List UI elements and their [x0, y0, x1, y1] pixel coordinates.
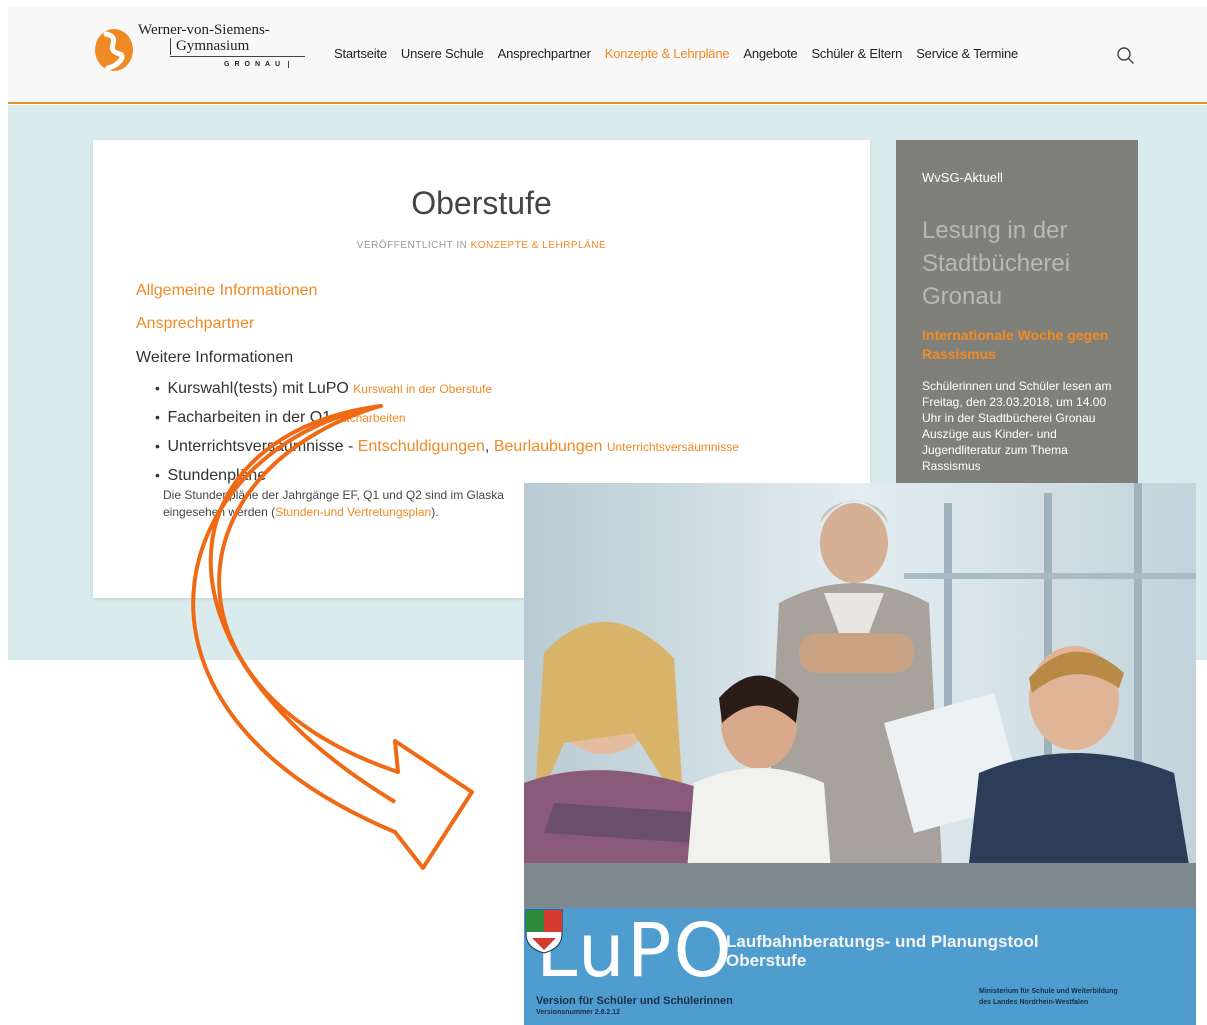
sidebar-news-subtitle[interactable]: Internationale Woche gegen Rassismus	[922, 326, 1122, 364]
list-item: • Kurswahl(tests) mit LuPO Kurswahl in d…	[155, 380, 855, 398]
item-separator: ,	[484, 438, 494, 455]
lupo-version-label: Version für Schüler und Schülerinnen	[536, 995, 733, 1007]
lupo-title-line2: Oberstufe	[726, 951, 807, 970]
list-item: • Facharbeiten in der Q1 Facharbeiten	[155, 409, 855, 427]
nrw-coat-of-arms-icon	[525, 909, 563, 954]
lupo-title-line1: Laufbahnberatungs- und Planungstool	[726, 932, 1039, 951]
link-ansprechpartner[interactable]: Ansprechpartner	[136, 315, 254, 333]
logo-text-line2: Gymnasium	[170, 38, 249, 55]
classroom-photo	[524, 483, 1196, 908]
item-text: Kurswahl(tests) mit LuPO	[167, 380, 349, 397]
ministry-text: Ministerium für Schule und Weiterbildung…	[979, 988, 1118, 1006]
item-text: Facharbeiten in der Q1	[167, 409, 332, 426]
main-nav: Startseite Unsere Schule Ansprechpartner…	[334, 46, 1032, 61]
link-unterrichtsversaeumnisse[interactable]: Unterrichtsversäumnisse	[607, 440, 739, 454]
site-logo[interactable]: Werner-von-Siemens- Gymnasium GRONAU	[94, 20, 314, 80]
link-allgemeine-informationen[interactable]: Allgemeine Informationen	[136, 282, 317, 300]
desc-text-2: eingesehen werden (	[163, 505, 276, 519]
bullet: •	[155, 380, 160, 396]
sidebar-news-text: Schülerinnen und Schüler lesen am Freita…	[922, 379, 1112, 473]
nav-item-startseite[interactable]: Startseite	[334, 46, 387, 61]
nav-item-ansprechpartner[interactable]: Ansprechpartner	[498, 46, 591, 61]
nav-item-konzepte-lehrplaene[interactable]: Konzepte & Lehrpläne	[605, 46, 730, 61]
item-text: Unterrichtsversäumnisse -	[167, 438, 358, 455]
list-item: • Unterrichtsversäumnisse - Entschuldigu…	[155, 438, 855, 456]
lupo-version-number: Versionsnummer 2.8.2.12	[536, 1009, 621, 1016]
article-meta: VERÖFFENTLICHT IN KONZEPTE & LEHRPLÄNE	[93, 240, 870, 251]
nav-item-service-termine[interactable]: Service & Termine	[916, 46, 1018, 61]
bullet: •	[155, 467, 160, 483]
link-facharbeiten[interactable]: Facharbeiten	[336, 411, 406, 425]
logo-text-line1: Werner-von-Siemens-	[138, 22, 270, 38]
link-entschuldigungen[interactable]: Entschuldigungen	[358, 438, 485, 455]
bullet: •	[155, 409, 160, 425]
lupo-title-band: LuPO Laufbahnberatungs- und Planungstool…	[524, 908, 1196, 1025]
site-header: Werner-von-Siemens- Gymnasium GRONAU Sta…	[8, 6, 1207, 104]
meta-prefix: VERÖFFENTLICHT IN	[356, 240, 468, 251]
news-sidebar: WvSG-Aktuell Lesung in der Stadtbücherei…	[896, 140, 1138, 490]
logo-text-line3: GRONAU	[224, 61, 290, 68]
lupo-cover-image: LuPO Laufbahnberatungs- und Planungstool…	[524, 483, 1196, 1025]
nav-item-unsere-schule[interactable]: Unsere Schule	[401, 46, 484, 61]
heading-weitere-informationen: Weitere Informationen	[136, 349, 294, 366]
lupo-logo: LuPO	[536, 908, 734, 994]
nav-item-schueler-eltern[interactable]: Schüler & Eltern	[811, 46, 902, 61]
nav-item-angebote[interactable]: Angebote	[743, 46, 797, 61]
page-title: Oberstufe	[411, 185, 552, 221]
link-kurswahl[interactable]: Kurswahl in der Oberstufe	[353, 382, 492, 396]
logo-divider	[170, 56, 305, 57]
desc-end: ).	[431, 505, 439, 519]
link-stundenplan[interactable]: Stunden-und Vertretungsplan	[275, 505, 431, 519]
item-text: Stundenpläne	[167, 467, 267, 484]
logo-swirl-icon	[95, 29, 133, 71]
search-icon[interactable]	[1116, 46, 1136, 66]
link-beurlaubungen[interactable]: Beurlaubungen	[494, 438, 603, 455]
sidebar-news-title[interactable]: Lesung in der Stadtbücherei Gronau	[922, 214, 1122, 313]
item-description: Die Stundenpläne der Jahrgänge EF, Q1 un…	[155, 487, 575, 521]
bullet: •	[155, 438, 160, 454]
meta-category-link[interactable]: KONZEPTE & LEHRPLÄNE	[471, 240, 607, 251]
sidebar-label: WvSG-Aktuell	[922, 170, 1003, 185]
desc-text: Die Stundenpläne der Jahrgänge EF, Q1 un…	[163, 488, 504, 502]
